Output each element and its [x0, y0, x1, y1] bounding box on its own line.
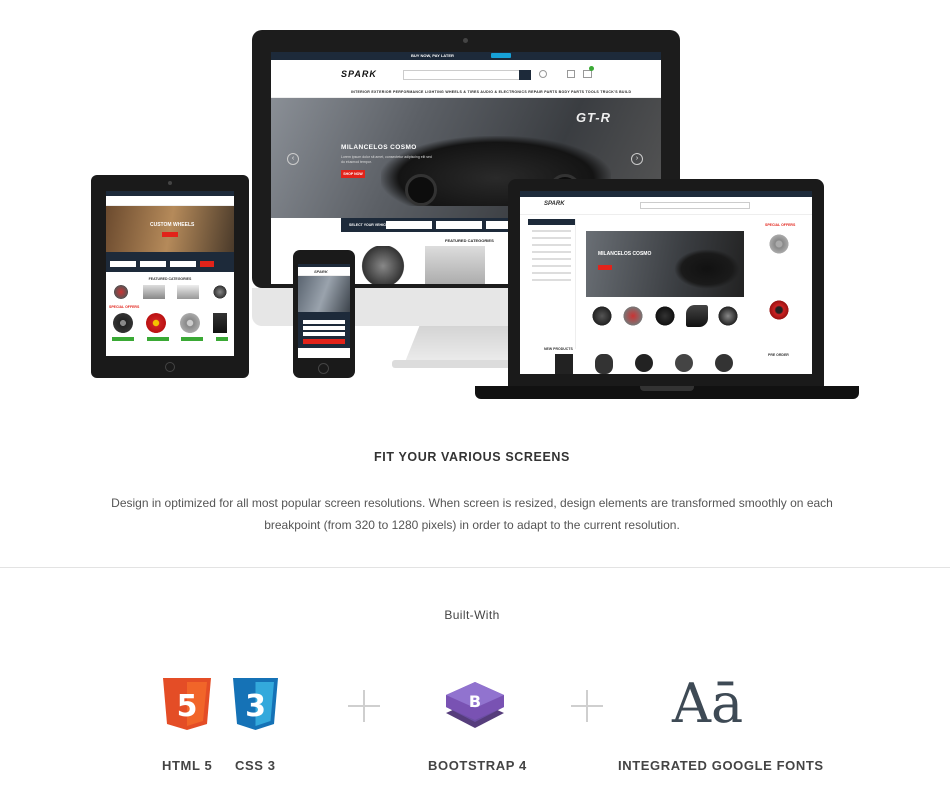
tablet-featured-heading: FEATURED CATEGORIES [148, 277, 192, 281]
section-title: FIT YOUR VARIOUS SCREENS [374, 450, 570, 464]
tablet-special-heading: SPECIAL OFFERS [109, 305, 140, 309]
html5-glyph: 5 [177, 689, 198, 724]
laptop-new-heading: NEW PRODUCTS [544, 347, 573, 351]
phone-logo: SPARK [314, 269, 328, 274]
google-fonts-label: INTEGRATED GOOGLE FONTS [618, 758, 824, 773]
site-logo: SPARK [341, 69, 377, 79]
css3-label: CSS 3 [235, 758, 276, 773]
hero-title: MILANCELOS COSMO [341, 144, 417, 151]
css3-glyph: 3 [245, 689, 266, 724]
laptop-screen: SPARK MILANCELOS COSMO NEW PRODUCTS SPEC… [520, 191, 812, 374]
monitor-camera [463, 38, 468, 43]
site-search [403, 70, 531, 80]
site-header: SPARK INTERIOR EXTERIOR PERFORMANCE LIGH… [271, 60, 661, 98]
vehicle-selector-label: SELECT YOUR VEHICLE [349, 223, 390, 227]
google-fonts-icon: Aā [672, 672, 744, 735]
promo-chip [491, 53, 511, 58]
chevron-right-icon: › [631, 153, 643, 165]
promo-text: BUY NOW, PAY LATER [411, 53, 454, 58]
chevron-left-icon: ‹ [287, 153, 299, 165]
featured-heading: FEATURED CATEGORIES [445, 238, 494, 243]
hero-text: Lorem ipsum dolor sit amet, consectetur … [341, 155, 432, 164]
user-icon [539, 70, 547, 78]
bootstrap-label: BOOTSTRAP 4 [428, 758, 527, 773]
laptop-base [475, 386, 859, 399]
css3-icon: 3 [233, 678, 278, 730]
tablet-home-button [165, 362, 175, 372]
html5-icon: 5 [163, 678, 211, 730]
hero-shop-button: SHOP NOW [341, 170, 365, 178]
plus-icon [571, 690, 603, 722]
tablet-hero-title: CUSTOM WHEELS [150, 222, 195, 228]
hero-badge: GT-R [575, 110, 611, 125]
phone-device: SPARK [293, 250, 355, 378]
section-divider [0, 567, 950, 568]
laptop-logo: SPARK [544, 201, 565, 207]
wishlist-icon [567, 70, 575, 78]
site-nav: INTERIOR EXTERIOR PERFORMANCE LIGHTING W… [351, 90, 632, 94]
laptop-hero-title: MILANCELOS COSMO [598, 251, 652, 257]
site-topbar: BUY NOW, PAY LATER [271, 52, 661, 60]
featured-item-image [425, 246, 485, 284]
bootstrap-icon: B [446, 682, 504, 728]
bootstrap-glyph: B [469, 692, 481, 711]
cart-icon [583, 70, 592, 78]
laptop-preorder-heading: PRE ORDER [768, 353, 789, 357]
section-description: Design in optimized for all most popular… [111, 496, 833, 532]
plus-icon [348, 690, 380, 722]
phone-screen: SPARK [298, 264, 350, 358]
phone-home-button [318, 363, 329, 374]
tablet-camera [168, 181, 172, 185]
cart-count-badge [589, 66, 594, 71]
built-with-title: Built-With [444, 608, 500, 622]
tablet-device: CUSTOM WHEELS FEATURED CATEGORIES SPECIA… [91, 175, 249, 378]
tablet-screen: CUSTOM WHEELS FEATURED CATEGORIES SPECIA… [106, 191, 234, 356]
featured-item-image [355, 246, 411, 284]
html5-label: HTML 5 [162, 758, 213, 773]
laptop-device: SPARK MILANCELOS COSMO NEW PRODUCTS SPEC… [508, 179, 824, 386]
laptop-special-heading: SPECIAL OFFERS [765, 223, 796, 227]
monitor-stand [405, 326, 525, 362]
device-mockups: BUY NOW, PAY LATER SPARK INTERIOR EXTERI… [0, 0, 950, 410]
search-icon [519, 70, 531, 80]
